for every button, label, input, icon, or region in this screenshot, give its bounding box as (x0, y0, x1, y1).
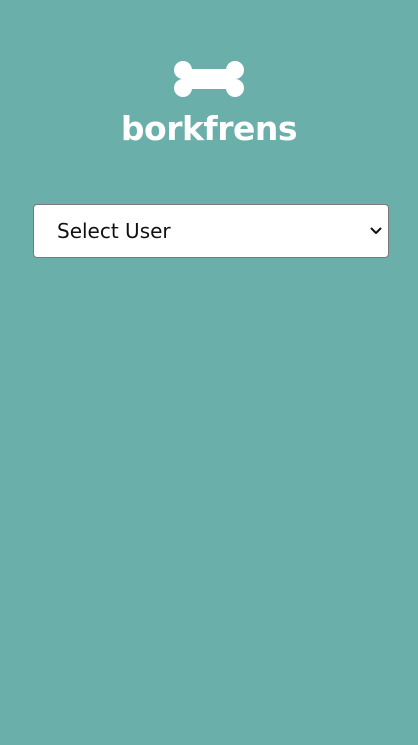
user-select-value: Select User (57, 219, 171, 243)
bone-icon (174, 61, 244, 97)
app-page: borkfrens Select User (0, 0, 418, 745)
app-logo: borkfrens (0, 60, 418, 149)
user-select[interactable]: Select User (33, 204, 389, 258)
chevron-down-icon (370, 227, 382, 234)
brand-name: borkfrens (120, 109, 298, 148)
